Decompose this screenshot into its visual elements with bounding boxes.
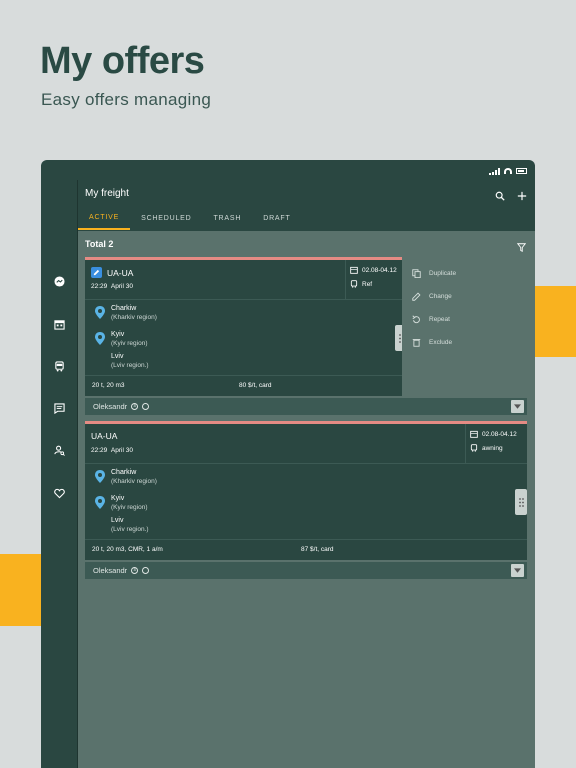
cargo-info: 20 t, 20 m3, CMR, 1 a/m — [92, 546, 163, 553]
pencil-icon — [412, 292, 421, 301]
chevron-down-icon[interactable] — [511, 400, 524, 413]
tab-draft[interactable]: DRAFT — [252, 206, 301, 230]
stop-item: Kyiv (Kyiv region) — [85, 331, 147, 347]
offer-card[interactable]: UA-UA 22:29 April 30 02.08-04.12 awning — [85, 421, 527, 560]
viber-icon[interactable] — [142, 567, 150, 574]
menu-change[interactable]: Change — [412, 292, 452, 301]
body-type: awning — [482, 444, 503, 452]
context-menu: Duplicate Change Repeat Exclude — [402, 257, 527, 397]
calendar-icon[interactable] — [52, 317, 66, 331]
repeat-icon — [412, 315, 420, 324]
filter-icon[interactable] — [516, 239, 527, 257]
heart-icon[interactable] — [52, 486, 66, 500]
stop-item: Charkiw (Kharkiv region) — [85, 305, 157, 321]
menu-repeat[interactable]: Repeat — [412, 315, 450, 324]
menu-exclude[interactable]: Exclude — [412, 338, 452, 347]
total-count: Total 2 — [85, 239, 114, 249]
stop-item: Lviv (Lviv region.) — [111, 517, 149, 533]
chat-icon[interactable] — [52, 401, 66, 415]
stop-item: Kyiv (Kyiv region) — [85, 495, 147, 511]
nav-rail — [41, 180, 78, 768]
wifi-icon — [504, 168, 512, 174]
stop-item: Lviv (Lviv region.) — [111, 353, 149, 369]
accent-block-right — [535, 286, 576, 357]
promo-subtitle: Easy offers managing — [41, 90, 212, 109]
duplicate-icon — [412, 269, 421, 278]
created-time: 22:29 April 30 — [91, 283, 133, 290]
edit-badge-icon — [91, 267, 102, 278]
promo-title: My offers — [40, 40, 205, 82]
location-pin-icon — [95, 306, 105, 319]
menu-duplicate[interactable]: Duplicate — [412, 269, 456, 278]
search-icon[interactable] — [495, 188, 505, 206]
skype-icon[interactable]: s — [131, 567, 139, 574]
route-label: UA-UA — [107, 267, 134, 278]
trash-icon — [412, 339, 421, 347]
status-bar — [489, 166, 527, 176]
location-pin-icon — [95, 332, 105, 345]
created-time: 22:29 April 30 — [91, 447, 133, 454]
drag-handle-icon[interactable] — [515, 489, 527, 515]
app-title: My freight — [85, 188, 129, 199]
date-range: 02.08-04.12 — [362, 266, 397, 274]
signal-icon — [489, 167, 500, 175]
date-range: 02.08-04.12 — [482, 430, 517, 438]
location-pin-icon — [95, 470, 105, 483]
tab-bar: ACTIVE SCHEDULED TRASH DRAFT — [78, 206, 302, 230]
plus-icon[interactable] — [517, 188, 527, 206]
tablet-screen: My freight ACTIVE SCHEDULED TRASH DRAFT … — [41, 160, 535, 768]
app-bar: My freight ACTIVE SCHEDULED TRASH DRAFT — [78, 180, 535, 230]
battery-icon — [516, 168, 527, 174]
owner-bar: Oleksandr s — [85, 398, 527, 415]
calendar-icon — [470, 430, 478, 438]
messenger-icon[interactable] — [52, 274, 66, 288]
owner-name: Oleksandr — [93, 566, 128, 575]
stop-item: Charkiw (Kharkiv region) — [85, 469, 157, 485]
viber-icon[interactable] — [142, 403, 150, 410]
bus-icon[interactable] — [52, 359, 66, 373]
owner-bar: Oleksandr s — [85, 562, 527, 579]
location-pin-icon — [95, 496, 105, 509]
cargo-info: 20 t, 20 m3 — [92, 382, 125, 389]
owner-name: Oleksandr — [93, 402, 128, 411]
tab-trash[interactable]: TRASH — [202, 206, 252, 230]
route-label: UA-UA — [91, 431, 118, 441]
body-type: Ref — [362, 280, 373, 288]
tab-scheduled[interactable]: SCHEDULED — [130, 206, 202, 230]
user-search-icon[interactable] — [52, 443, 66, 457]
price-info: 80 $/t, card — [239, 382, 272, 389]
price-info: 87 $/t, card — [301, 546, 334, 553]
truck-icon — [350, 280, 358, 288]
chevron-down-icon[interactable] — [511, 564, 524, 577]
offers-list: Total 2 UA-UA 22:29 April 30 02.08-04.12 — [78, 231, 535, 768]
accent-block-left — [0, 554, 41, 626]
tab-active[interactable]: ACTIVE — [78, 206, 131, 230]
calendar-icon — [350, 266, 358, 274]
skype-icon[interactable]: s — [131, 403, 139, 410]
truck-icon — [470, 444, 478, 452]
